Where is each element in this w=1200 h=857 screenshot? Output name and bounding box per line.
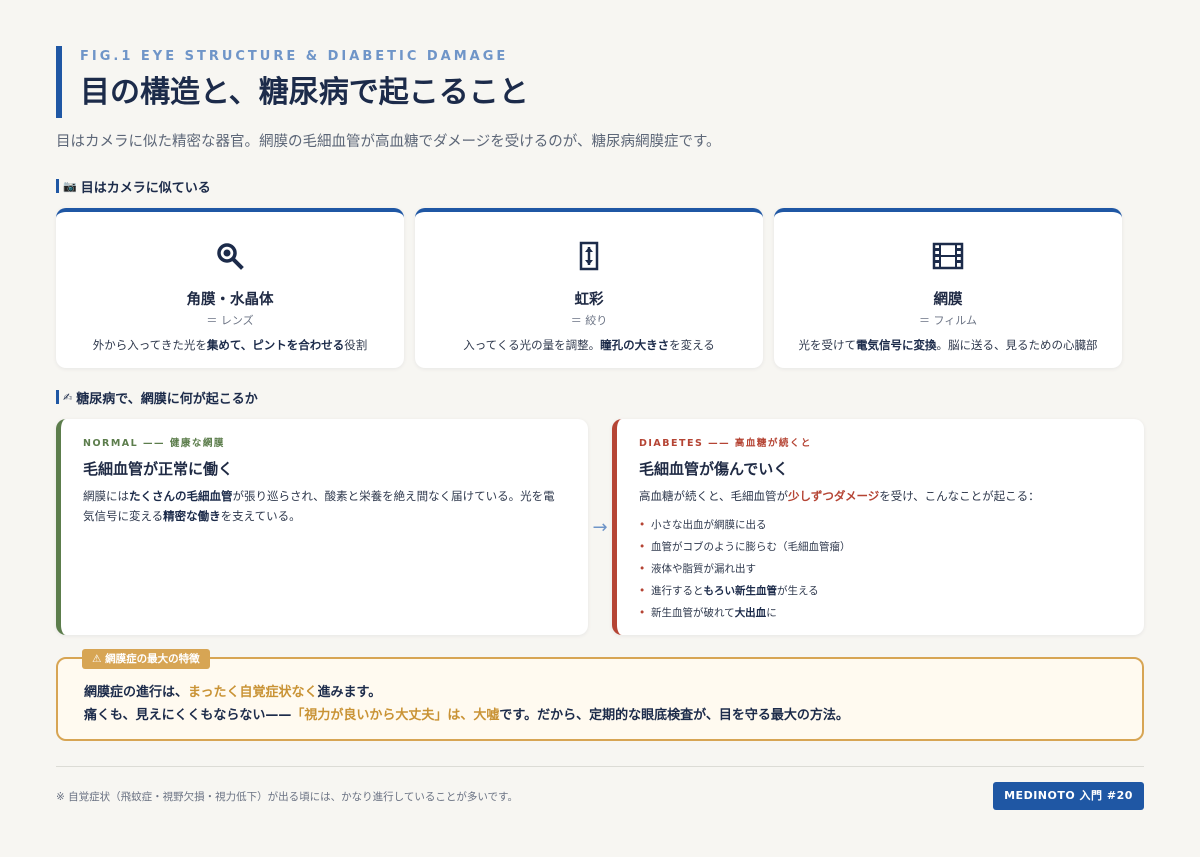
figure-eyebrow: FIG.1 EYE STRUCTURE & DIABETIC DAMAGE [80,49,509,64]
card-analogy: ＝ 絞り [570,314,608,327]
page-subtitle: 目はカメラに似た精密な器官。網膜の毛細血管が高血糖でダメージを受けるのが、糖尿病… [56,134,721,150]
damage-list: 小さな出血が網膜に出る 血管がコブのように膨らむ（毛細血管瘤） 液体や脂質が漏れ… [639,514,1122,624]
card-iris: 虹彩 ＝ 絞り 入ってくる光の量を調整。瞳孔の大きさを変える [415,208,763,368]
section-heading-text: 糖尿病で、網膜に何が起こるか [76,391,258,407]
list-item: 小さな出血が網膜に出る [639,514,1122,536]
warning-icon: ⚠ [92,653,102,665]
section-heading-diabetes: ✍ 糖尿病で、網膜に何が起こるか [56,387,1144,407]
panel-normal: NORMAL —— 健康な網膜 毛細血管が正常に働く 網膜にはたくさんの毛細血管… [56,419,588,635]
camera-icon: 📷 [63,179,77,193]
panel-title: 毛細血管が正常に働く [83,460,234,478]
arrow-right-icon: → [592,516,608,538]
key-point-line: 網膜症の進行は、まったく自覚症状なく進みます。 [84,685,382,700]
list-item: 液体や脂質が漏れ出す [639,558,1122,580]
key-point-line: 痛くも、見えにくくもならない——「視力が良いから大丈夫」は、大嘘です。だから、定… [84,708,849,723]
page: FIG.1 EYE STRUCTURE & DIABETIC DAMAGE 目の… [56,46,1144,741]
header: FIG.1 EYE STRUCTURE & DIABETIC DAMAGE 目の… [56,46,1144,118]
card-title: 虹彩 [574,292,604,308]
panel-text: 網膜にはたくさんの毛細血管が張り巡らされ、酸素と栄養を絶え間なく届けている。光を… [83,489,555,523]
panel-tag: NORMAL —— 健康な網膜 [83,438,225,449]
footer-divider [56,766,1144,767]
section-mark [56,390,59,404]
card-description: 外から入ってきた光を集めて、ピントを合わせる役割 [92,338,368,352]
card-description: 入ってくる光の量を調整。瞳孔の大きさを変える [463,338,715,352]
card-title: 角膜・水晶体 [186,292,274,308]
card-title: 網膜 [933,292,963,308]
page-title: 目の構造と、糖尿病で起こること [80,75,529,110]
card-lens: 角膜・水晶体 ＝ レンズ 外から入ってきた光を集めて、ピントを合わせる役割 [56,208,404,368]
key-point-box: ⚠ 網膜症の最大の特徴 網膜症の進行は、まったく自覚症状なく進みます。 痛くも、… [56,649,1144,741]
list-item: 新生血管が破れて大出血に [639,602,1122,624]
panel-diabetes: DIABETES —— 高血糖が続くと 毛細血管が傷んでいく 高血糖が続くと、毛… [612,419,1144,635]
section-heading-camera: 📷 目はカメラに似ている [56,176,1144,196]
section-heading-text: 目はカメラに似ている [80,180,211,196]
camera-cards: 角膜・水晶体 ＝ レンズ 外から入ってきた光を集めて、ピントを合わせる役割 虹彩… [56,208,1122,368]
comparison: NORMAL —— 健康な網膜 毛細血管が正常に働く 網膜にはたくさんの毛細血管… [56,419,1144,635]
pencil-icon: ✍ [63,390,73,404]
aperture-icon [415,240,763,272]
panel-title: 毛細血管が傷んでいく [639,460,789,478]
film-icon [774,240,1122,272]
footnote: ※ 自覚症状（飛蚊症・視野欠損・視力低下）が出る頃には、かなり進行していることが… [56,791,518,803]
section-mark [56,179,59,193]
panel-tag: DIABETES —— 高血糖が続くと [639,438,812,449]
card-analogy: ＝ レンズ [206,314,254,327]
card-retina: 網膜 ＝ フィルム 光を受けて電気信号に変換。脳に送る、見るための心臓部 [774,208,1122,368]
card-analogy: ＝ フィルム [918,314,978,327]
card-description: 光を受けて電気信号に変換。脳に送る、見るための心臓部 [798,338,1098,352]
list-item: 血管がコブのように膨らむ（毛細血管瘤） [639,536,1122,558]
magnifier-icon [56,240,404,272]
panel-text: 高血糖が続くと、毛細血管が少しずつダメージを受け、こんなことが起こる： [639,489,1040,503]
key-point-badge: ⚠ 網膜症の最大の特徴 [82,649,210,669]
header-accent-bar [56,46,62,118]
list-item: 進行するともろい新生血管が生える [639,580,1122,602]
series-badge: MEDINOTO 入門 #20 [993,782,1144,810]
